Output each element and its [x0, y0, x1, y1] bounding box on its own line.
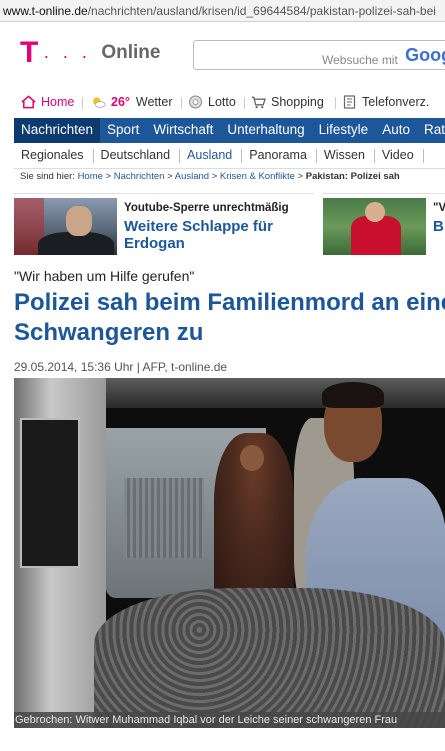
teaser-kicker: "V	[433, 202, 445, 214]
nav-auto[interactable]: Auto	[375, 118, 417, 143]
sub-navigation: Regionales Deutschland Ausland Panorama …	[14, 147, 445, 167]
breadcrumb-prefix: Sie sind hier:	[20, 171, 75, 182]
shopping-link[interactable]: Shopping	[251, 95, 324, 109]
subnav-video[interactable]: Video	[375, 149, 424, 163]
url-path: /nachrichten/ausland/krisen/id_69644584/…	[87, 4, 436, 18]
search-engine-logo: Goog	[405, 45, 445, 65]
photo-caption: Gebrochen: Witwer Muhammad Iqbal vor der…	[14, 712, 445, 728]
house-icon	[21, 95, 36, 109]
t-online-logo[interactable]: T · · · Online	[20, 38, 160, 68]
subnav-deutschland[interactable]: Deutschland	[94, 149, 181, 163]
telekom-dots: · · ·	[43, 45, 92, 66]
breadcrumb-krisen[interactable]: Krisen & Konflikte	[220, 171, 295, 182]
phone-directory-label: Telefonverz.	[362, 95, 430, 109]
utility-bar: Home 26° Wetter Lotto Shopping Telefonve…	[0, 93, 445, 115]
sun-cloud-icon	[93, 97, 106, 108]
lotto-ball-icon	[189, 95, 202, 109]
teaser-kicker: Youtube-Sperre unrechtmäßig	[124, 202, 289, 214]
subnav-regionales[interactable]: Regionales	[14, 149, 94, 163]
lotto-link[interactable]: Lotto	[188, 95, 236, 109]
phonebook-icon	[343, 95, 356, 109]
home-link[interactable]: Home	[21, 95, 74, 109]
search-input[interactable]: Websuche mit Goog	[193, 40, 445, 70]
home-label: Home	[41, 95, 75, 109]
subnav-ausland[interactable]: Ausland	[180, 149, 243, 163]
nav-nachrichten[interactable]: Nachrichten	[14, 118, 101, 143]
breadcrumb-nachrichten[interactable]: Nachrichten	[114, 171, 165, 182]
divider	[335, 97, 336, 109]
breadcrumb-current: Pakistan: Polizei sah	[305, 171, 400, 182]
teaser-title[interactable]: B	[433, 218, 444, 235]
teaser-title[interactable]: Weitere Schlappe für Erdogan	[124, 218, 314, 252]
article-photo[interactable]: Gebrochen: Witwer Muhammad Iqbal vor der…	[14, 378, 445, 728]
divider	[244, 97, 245, 109]
phone-directory-link[interactable]: Telefonverz.	[342, 95, 429, 109]
teaser-thumbnail[interactable]	[323, 198, 426, 255]
breadcrumb-home[interactable]: Home	[78, 171, 103, 182]
breadcrumb: Sie sind hier: Home > Nachrichten > Ausl…	[20, 171, 400, 182]
subnav-panorama[interactable]: Panorama	[242, 149, 317, 163]
cart-icon	[251, 96, 266, 109]
teaser-thumbnail[interactable]	[14, 198, 117, 255]
nav-ratgeber[interactable]: Ratgeber	[417, 118, 445, 143]
weather-link[interactable]: 26° Wetter	[91, 95, 173, 109]
nav-wirtschaft[interactable]: Wirtschaft	[146, 118, 220, 143]
shopping-label: Shopping	[271, 95, 324, 109]
url-host: www.t-online.de	[3, 4, 88, 18]
nav-lifestyle[interactable]: Lifestyle	[312, 118, 376, 143]
divider	[14, 168, 445, 169]
article-meta: 29.05.2014, 15:36 Uhr | AFP, t-online.de	[14, 360, 228, 374]
divider	[82, 97, 83, 109]
article-headline: Polizei sah beim Familienmord an einer S…	[14, 289, 445, 346]
lotto-label: Lotto	[208, 95, 236, 109]
teaser-sport[interactable]: "V B	[323, 193, 445, 255]
address-bar[interactable]: www.t-online.de/nachrichten/ausland/kris…	[0, 0, 445, 22]
teaser-erdogan[interactable]: Youtube-Sperre unrechtmäßig Weitere Schl…	[14, 193, 314, 255]
subnav-wissen[interactable]: Wissen	[317, 149, 375, 163]
nav-sport[interactable]: Sport	[100, 118, 146, 143]
temperature: 26°	[111, 95, 130, 109]
weather-label: Wetter	[135, 95, 173, 109]
main-navigation: Nachrichten Sport Wirtschaft Unterhaltun…	[14, 118, 445, 143]
breadcrumb-ausland[interactable]: Ausland	[175, 171, 209, 182]
divider	[181, 97, 182, 109]
article-kicker: "Wir haben um Hilfe gerufen"	[14, 268, 195, 284]
logo-text: Online	[101, 42, 161, 63]
search-placeholder: Websuche mit	[322, 53, 398, 67]
nav-unterhaltung[interactable]: Unterhaltung	[220, 118, 311, 143]
telekom-t-logo: T	[20, 36, 40, 69]
